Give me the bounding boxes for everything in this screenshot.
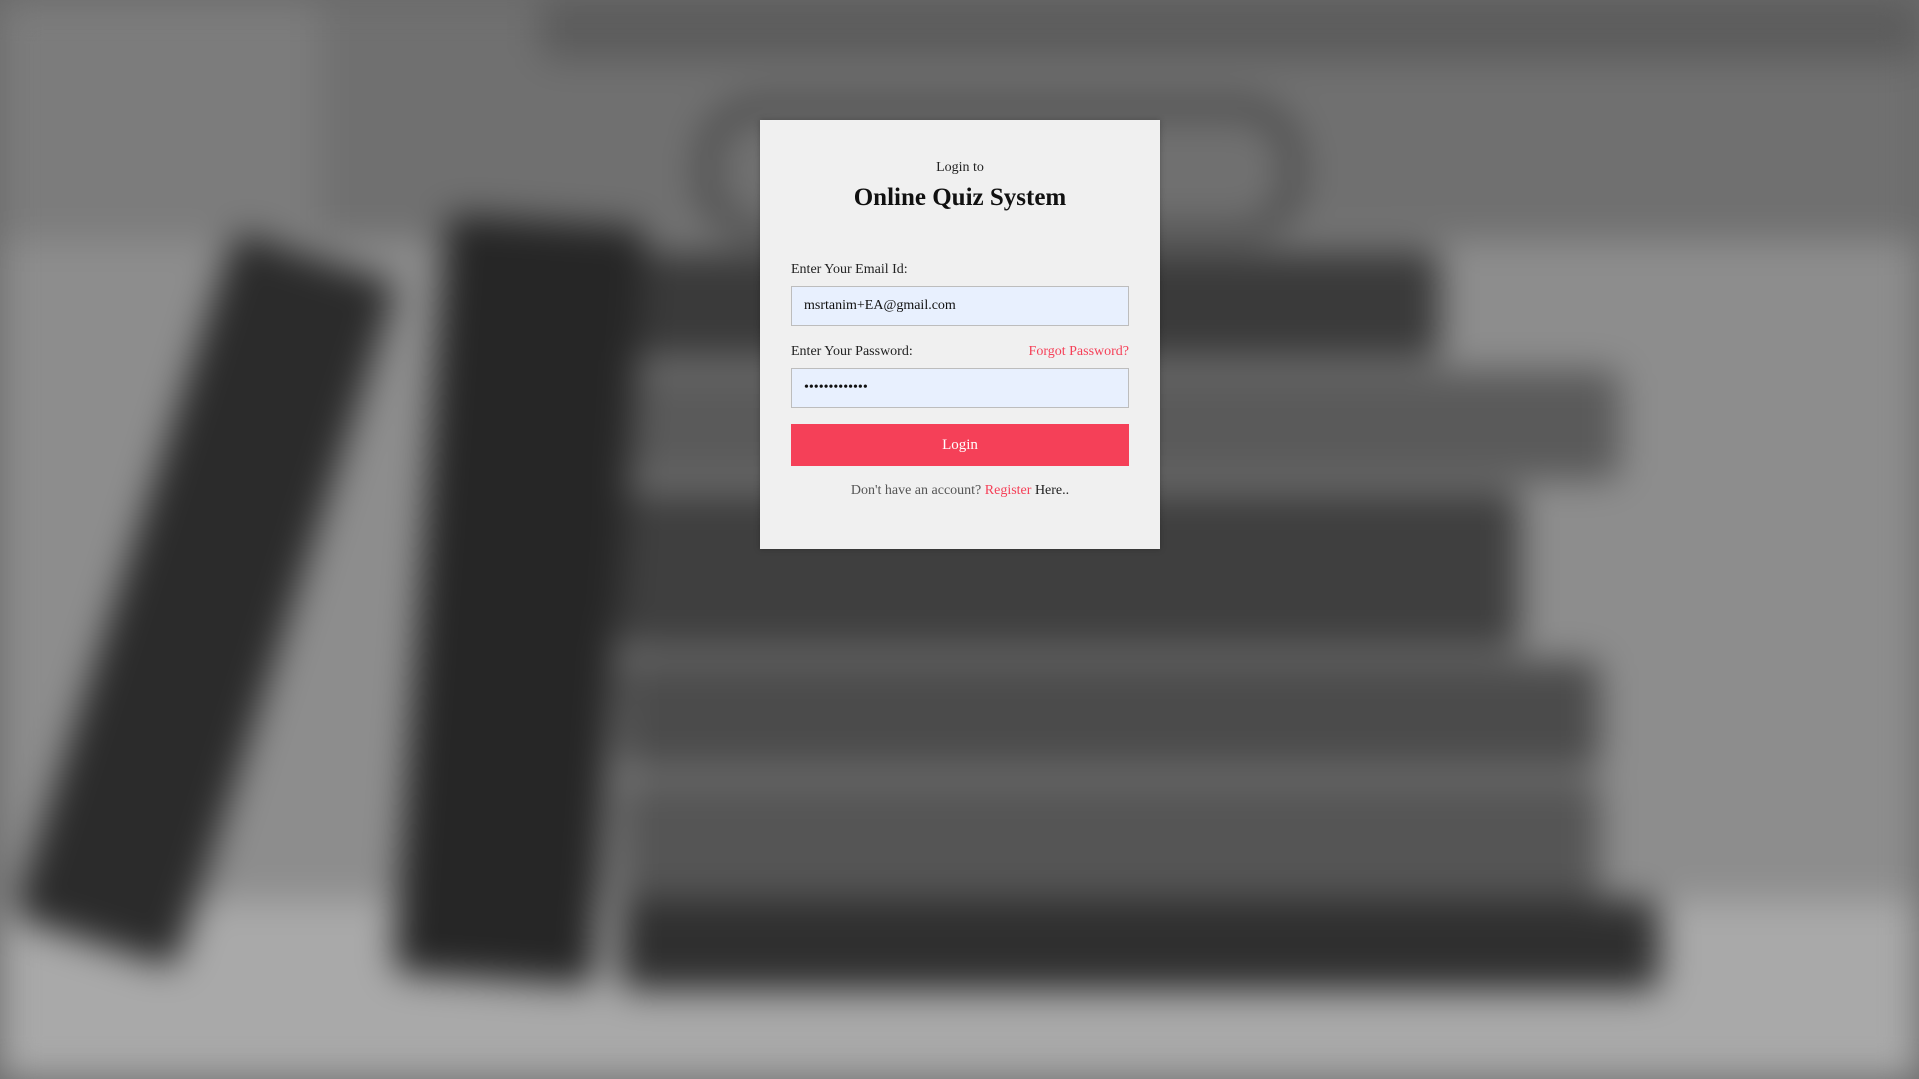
password-field[interactable] — [791, 368, 1129, 408]
login-card: Login to Online Quiz System Enter Your E… — [760, 120, 1160, 549]
email-field[interactable] — [791, 286, 1129, 326]
email-label: Enter Your Email Id: — [791, 262, 908, 277]
register-suffix: Here.. — [1034, 483, 1070, 498]
forgot-password-link[interactable]: Forgot Password? — [1029, 344, 1129, 360]
email-label-row: Enter Your Email Id: — [791, 262, 1129, 278]
login-button[interactable]: Login — [791, 424, 1129, 466]
register-link[interactable]: Register — [985, 483, 1032, 498]
login-subtitle: Login to — [936, 160, 984, 175]
no-account-text: Don't have an account? — [850, 483, 982, 498]
page-title: Online Quiz System — [853, 184, 1067, 211]
register-prompt: Don't have an account? Register Here.. — [791, 483, 1129, 499]
password-label-row: Enter Your Password: Forgot Password? — [791, 344, 1129, 360]
password-label: Enter Your Password: — [791, 344, 913, 359]
